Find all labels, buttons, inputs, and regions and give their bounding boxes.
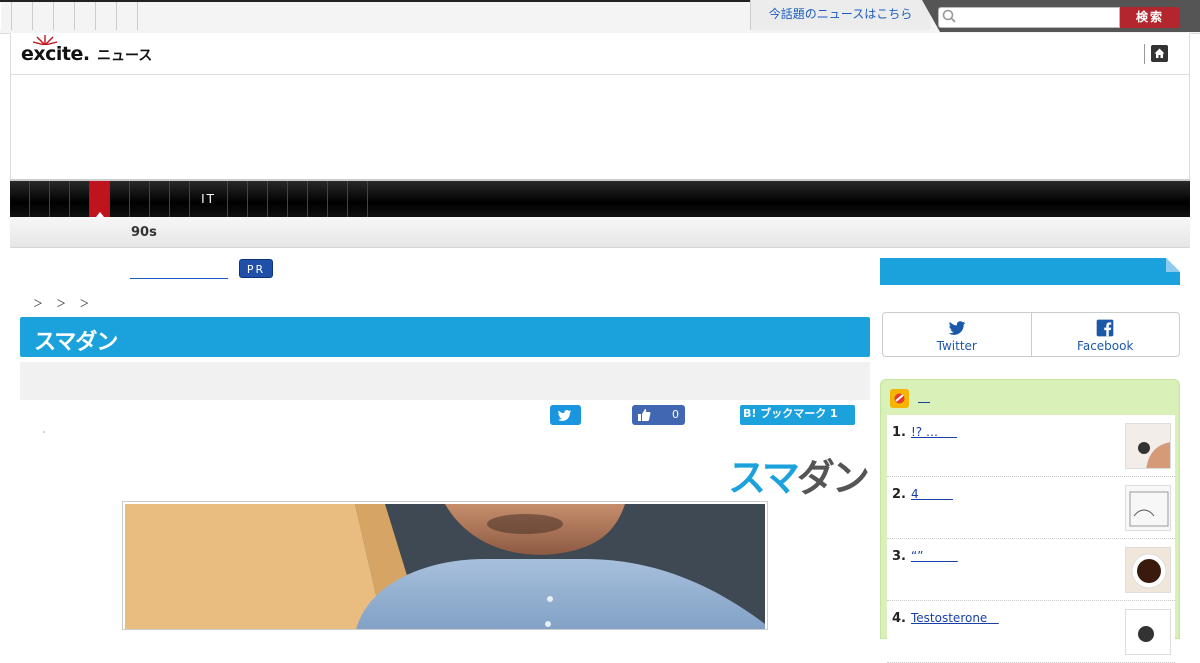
nav-item[interactable] [30, 181, 50, 217]
share-twitter-button[interactable]: Twitter [883, 313, 1031, 356]
pr-link[interactable] [130, 262, 228, 279]
nav-item[interactable] [110, 181, 130, 217]
share-facebook-button[interactable]: Facebook [1030, 313, 1180, 356]
nav-item[interactable] [328, 181, 348, 217]
nav-item[interactable] [268, 181, 288, 217]
nav-item[interactable] [308, 181, 328, 217]
ranking-link[interactable]: !? … [911, 425, 957, 439]
search-icon [942, 9, 956, 23]
ranking-thumbnail[interactable] [1125, 547, 1171, 593]
thumbs-up-icon [638, 409, 651, 421]
ranking-link[interactable]: “” [911, 549, 958, 563]
search-button[interactable]: 検索 [1120, 7, 1180, 28]
sidebar-header-bar [880, 258, 1180, 285]
ranking-box: 1. !? … 2. 4 3. “” 4. Testosterone [880, 379, 1180, 663]
brand-large-part-b: ダン [796, 456, 870, 500]
thumb-image [1126, 424, 1170, 468]
top-tab[interactable] [75, 2, 96, 30]
ranking-title-link[interactable] [918, 389, 930, 403]
nav-item[interactable] [50, 181, 70, 217]
brand-large-part-a: スマ [728, 456, 800, 500]
article-photo [125, 504, 765, 629]
ranking-badge-icon [890, 389, 909, 408]
nav-item[interactable] [288, 181, 308, 217]
nav-item-it[interactable]: IT [190, 181, 228, 217]
top-tab[interactable] [12, 2, 33, 30]
article-title-box [20, 362, 870, 400]
nav-item[interactable] [170, 181, 190, 217]
excite-logo[interactable]: excite. [21, 43, 90, 65]
top-tab[interactable] [96, 2, 117, 30]
logo-row: excite. ニュース [10, 33, 1190, 75]
share-facebook-label: Facebook [1077, 339, 1134, 353]
ranking-item[interactable]: 4. Testosterone [887, 601, 1175, 663]
ranking-item[interactable]: 3. “” [887, 539, 1175, 601]
top-tab[interactable] [54, 2, 75, 30]
facebook-icon [1096, 319, 1114, 337]
nav-item[interactable] [150, 181, 170, 217]
thumb-image [1126, 486, 1170, 530]
category-nav: IT [10, 179, 1190, 217]
home-icon[interactable] [1151, 45, 1168, 62]
top-tab[interactable] [0, 2, 12, 30]
photo-illustration [125, 504, 765, 629]
breadcrumb[interactable]: ＞ ＞ ＞ [33, 295, 89, 310]
ranking-item[interactable]: 1. !? … [887, 415, 1175, 477]
ranking-thumbnail[interactable] [1125, 423, 1171, 469]
twitter-icon [948, 321, 966, 335]
article-photo-frame [122, 501, 768, 630]
fold-corner [1166, 258, 1180, 272]
subnav-item-90s[interactable]: 90s [131, 225, 157, 240]
top-tab[interactable] [33, 2, 54, 30]
brand-bar: スマダン [20, 317, 870, 357]
divider [1144, 44, 1145, 64]
nav-item[interactable] [228, 181, 248, 217]
nav-item[interactable] [348, 181, 368, 217]
ranking-number: 4. [892, 611, 906, 626]
nav-item[interactable] [130, 181, 150, 217]
hatena-bookmark-button[interactable]: B! ブックマーク 1 [740, 405, 855, 425]
brand-logo-large: スマダン [728, 447, 870, 502]
tweet-button[interactable] [550, 405, 581, 425]
ranking-item[interactable]: 2. 4 [887, 477, 1175, 539]
logo-subtitle[interactable]: ニュース [97, 45, 152, 65]
facebook-like-button[interactable]: 0 [632, 405, 685, 425]
pr-badge: PR [239, 259, 273, 278]
ranking-link[interactable]: 4 [911, 487, 953, 501]
brand-logo[interactable]: スマダン [34, 324, 118, 356]
ranking-list: 1. !? … 2. 4 3. “” 4. Testosterone [887, 415, 1175, 663]
ranking-link[interactable]: Testosterone [911, 611, 999, 625]
ranking-number: 3. [892, 549, 906, 564]
hot-news-link[interactable]: 今話題のニュースはこちら [750, 0, 930, 30]
nav-item[interactable] [10, 181, 30, 217]
like-count: 0 [672, 408, 679, 421]
thumb-image [1126, 548, 1170, 592]
nav-item[interactable] [70, 181, 90, 217]
share-box: Twitter Facebook [882, 312, 1180, 357]
ranking-thumbnail[interactable] [1125, 609, 1171, 655]
top-tab[interactable] [117, 2, 138, 30]
nav-item[interactable] [248, 181, 268, 217]
search-input[interactable] [938, 7, 1120, 28]
ad-area [10, 75, 1190, 179]
sub-nav: 90s [10, 217, 1190, 248]
tiny-mark: ' [43, 430, 46, 439]
ranking-thumbnail[interactable] [1125, 485, 1171, 531]
share-twitter-label: Twitter [936, 339, 977, 353]
nav-item-active[interactable] [90, 181, 110, 217]
ranking-number: 2. [892, 487, 906, 502]
top-tabs [0, 2, 138, 33]
thumb-image [1126, 610, 1170, 654]
ranking-number: 1. [892, 425, 906, 440]
